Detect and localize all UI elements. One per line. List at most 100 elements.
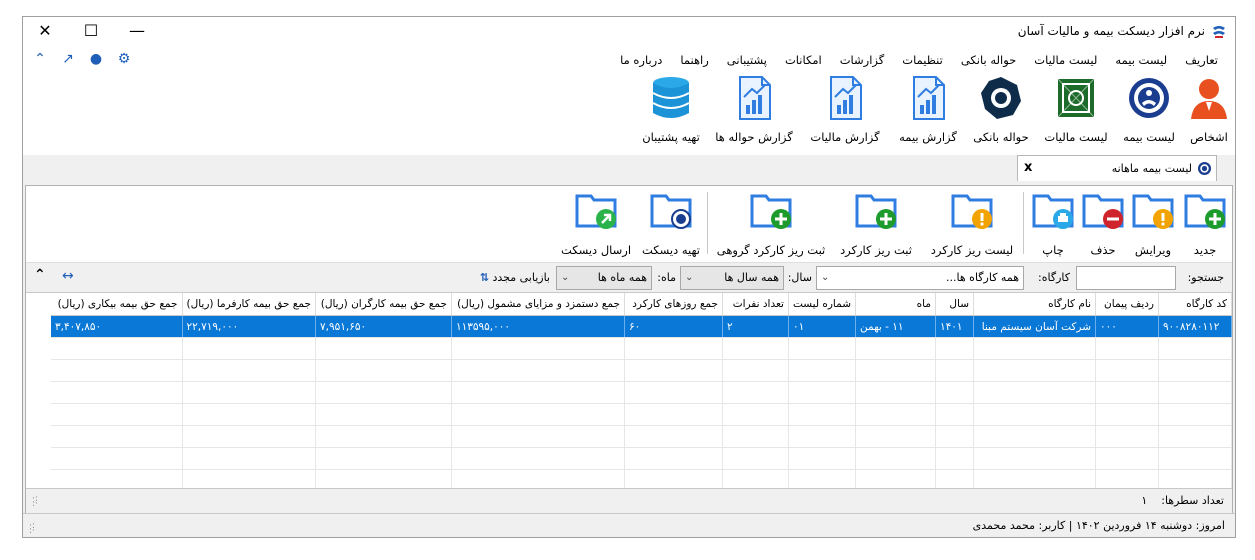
empty-row	[51, 337, 1232, 360]
collapse-filter-icon[interactable]: ⌃	[34, 267, 46, 283]
insurance-logo-icon	[1197, 161, 1212, 176]
ribbon-bank-transfer-button[interactable]: حواله بانکی	[971, 75, 1031, 149]
tab-label: لیست بیمه ماهانه	[1111, 162, 1192, 175]
person-icon	[1191, 79, 1227, 119]
table-row[interactable]: ۹۰۰۸۲۸۰۱۱۲ ۰۰۰ شرکت آسان سیستم مبنا ۱۴۰۱…	[51, 315, 1232, 338]
workshop-label: کارگاه:	[1038, 271, 1070, 284]
expand-columns-icon[interactable]: ↔	[62, 268, 74, 284]
ribbon-insurance-list-button[interactable]: لیست بیمه	[1119, 75, 1179, 149]
tax-logo-icon	[1057, 78, 1095, 118]
column-header[interactable]: جمع حق بیمه کارگران (ریال)	[315, 293, 452, 316]
document-tab-strip: لیست بیمه ماهانه x	[23, 155, 1235, 183]
chevron-down-icon: ⌄	[685, 272, 694, 283]
edit-button[interactable]: ویرایش	[1128, 190, 1178, 257]
report-chart-icon	[830, 76, 862, 120]
status-text: امروز: دوشنبه ۱۴ فروردین ۱۴۰۲ | کاربر: م…	[972, 519, 1225, 532]
empty-row	[51, 447, 1232, 470]
table-cell: ۲	[722, 315, 789, 338]
table-cell: ۷,۹۵۱,۶۵۰	[315, 315, 452, 338]
menu-reports[interactable]: گزارشات	[831, 51, 894, 69]
database-icon	[652, 77, 690, 118]
folder-add-icon	[1184, 194, 1226, 229]
folder-warning-icon	[951, 194, 993, 229]
close-button[interactable]: ✕	[23, 17, 67, 47]
menu-definitions[interactable]: تعاریف	[1176, 51, 1227, 69]
window-title: نرم افزار دیسکت بیمه و مالیات آسان	[1017, 24, 1205, 38]
year-select[interactable]: همه سال ها ⌄	[680, 266, 784, 290]
empty-row	[51, 359, 1232, 382]
column-header[interactable]: شماره لیست	[788, 293, 857, 316]
table-cell: ۰۰۰	[1095, 315, 1159, 338]
user-icon[interactable]: ●	[87, 50, 105, 68]
new-button[interactable]: جدید	[1182, 190, 1228, 257]
ribbon-backup-button[interactable]: تهیه پشتیبان	[637, 75, 705, 149]
delete-button[interactable]: حذف	[1080, 190, 1126, 257]
ribbon-tax-report-button[interactable]: گزارش مالیات	[805, 75, 885, 149]
ribbon-tax-list-button[interactable]: لیست مالیات	[1043, 75, 1109, 149]
folder-add-icon	[750, 194, 792, 229]
column-header[interactable]: تعداد نفرات	[722, 293, 789, 316]
folder-send-icon	[575, 194, 617, 229]
register-work-details-button[interactable]: ثبت ریز کارکرد	[834, 190, 918, 257]
empty-row	[51, 403, 1232, 426]
app-logo-icon	[1213, 26, 1225, 38]
menu-bank-transfer[interactable]: حواله بانکی	[952, 51, 1025, 69]
gear-icon[interactable]: ⚙	[115, 50, 133, 68]
register-group-work-button[interactable]: ثبت ریز کارکرد گروهی	[714, 190, 828, 257]
filter-bar: جستجو: کارگاه: همه کارگاه ها... ⌄ سال: ه…	[26, 262, 1232, 293]
ribbon-insurance-report-button[interactable]: گزارش بیمه	[895, 75, 961, 149]
menu-about[interactable]: درباره ما	[611, 51, 671, 69]
year-label: سال:	[787, 271, 812, 284]
menu-tax-list[interactable]: لیست مالیات	[1025, 51, 1106, 69]
work-details-list-button[interactable]: لیست ریز کارکرد	[926, 190, 1018, 257]
row-count-value: ۱	[1141, 494, 1148, 507]
ribbon-transfers-report-button[interactable]: گزارش حواله ها	[713, 75, 795, 149]
workshop-select[interactable]: همه کارگاه ها... ⌄	[816, 266, 1024, 290]
print-button[interactable]: چاپ	[1030, 190, 1076, 257]
app-window: ✕ ☐ — نرم افزار دیسکت بیمه و مالیات آسان…	[22, 16, 1236, 538]
ribbon: اشخاص لیست بیمه لیست مالیات حواله بانکی …	[23, 71, 1235, 156]
month-select[interactable]: همه ماه ها ⌄	[556, 266, 652, 290]
menu-tools[interactable]: امکانات	[776, 51, 831, 69]
column-header[interactable]: سال	[935, 293, 974, 316]
column-header[interactable]: جمع روزهای کارکرد	[624, 293, 723, 316]
data-table: کد کارگاه ردیف پیمان نام کارگاه سال ماه …	[51, 293, 1232, 492]
menu-support[interactable]: پشتیبانی	[718, 51, 776, 69]
tab-close-icon[interactable]: x	[1024, 160, 1032, 175]
prepare-diskette-button[interactable]: تهیه دیسکت	[640, 190, 702, 257]
search-input[interactable]	[1076, 266, 1176, 290]
tab-monthly-insurance-list[interactable]: لیست بیمه ماهانه x	[1017, 155, 1217, 181]
column-header[interactable]: ردیف پیمان	[1095, 293, 1159, 316]
bank-logo-icon	[981, 77, 1021, 119]
quick-access: ⌃ ↗ ● ⚙	[31, 50, 133, 68]
table-header-row: کد کارگاه ردیف پیمان نام کارگاه سال ماه …	[51, 293, 1232, 316]
title-bar: ✕ ☐ — نرم افزار دیسکت بیمه و مالیات آسان	[23, 17, 1235, 47]
empty-row	[51, 381, 1232, 404]
menu-settings[interactable]: تنظیمات	[893, 51, 952, 69]
column-header[interactable]: ماه	[855, 293, 936, 316]
menu-insurance-list[interactable]: لیست بیمه	[1106, 51, 1176, 69]
report-chart-icon	[739, 76, 771, 120]
refresh-button[interactable]: بازیابی مجدد ⇅	[480, 271, 550, 284]
insurance-logo-icon	[1129, 78, 1169, 118]
column-header[interactable]: نام کارگاه	[973, 293, 1096, 316]
column-header[interactable]: جمع دستمزد و مزایای مشمول (ریال)	[451, 293, 625, 316]
collapse-ribbon-icon[interactable]: ⌃	[31, 50, 49, 68]
column-header[interactable]: جمع حق بیمه کارفرما (ریال)	[182, 293, 316, 316]
menu-help[interactable]: راهنما	[671, 51, 717, 69]
table-cell: ۳,۴۰۷,۸۵۰	[51, 315, 183, 338]
folder-remove-icon	[1082, 194, 1124, 229]
resize-grip-icon[interactable]: ·::·	[32, 495, 42, 509]
refresh-icon: ⇅	[479, 271, 489, 284]
table-cell: شرکت آسان سیستم مبنا	[973, 315, 1096, 338]
maximize-button[interactable]: ☐	[69, 17, 113, 47]
table-cell: ۱۱ - بهمن	[855, 315, 936, 338]
minimize-button[interactable]: —	[115, 17, 159, 47]
main-menu: تعاریف لیست بیمه لیست مالیات حواله بانکی…	[611, 51, 1227, 69]
column-header[interactable]: کد کارگاه	[1158, 293, 1232, 316]
column-header[interactable]: جمع حق بیمه بیکاری (ریال)	[51, 293, 183, 316]
resize-grip-icon[interactable]: ·::·	[29, 522, 39, 536]
ribbon-persons-button[interactable]: اشخاص	[1187, 75, 1231, 149]
send-diskette-button[interactable]: ارسال دیسکت	[560, 190, 632, 257]
arrow-up-right-icon[interactable]: ↗	[59, 50, 77, 68]
